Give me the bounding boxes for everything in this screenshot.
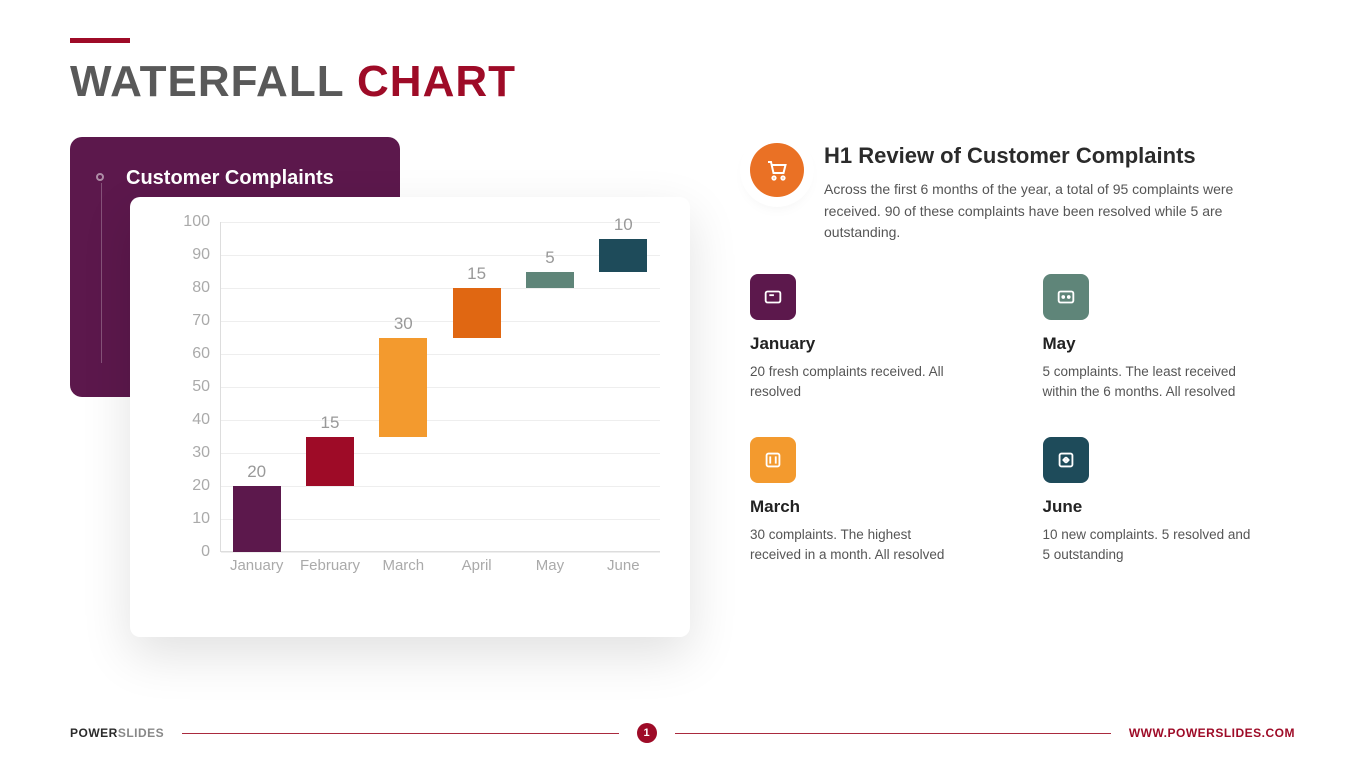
month-block-may: May 5 complaints. The least received with…: [1043, 274, 1296, 403]
slide-footer: POWERSLIDES 1 WWW.POWERSLIDES.COM: [70, 723, 1295, 743]
bar-january: 20: [233, 486, 281, 552]
month-icon: [1043, 274, 1089, 320]
bar-value: 15: [467, 264, 486, 284]
month-block-march: March 30 complaints. The highest received…: [750, 437, 1003, 566]
bar-value: 10: [614, 215, 633, 235]
x-label: June: [593, 557, 653, 574]
footer-line-left: [182, 733, 618, 734]
month-body: 5 complaints. The least received within …: [1043, 362, 1253, 403]
bar-value: 15: [321, 413, 340, 433]
month-icon: [1043, 437, 1089, 483]
review-heading: H1 Review of Customer Complaints: [824, 143, 1244, 169]
footer-brand-right: WWW.POWERSLIDES.COM: [1129, 726, 1295, 740]
bar-value: 20: [247, 462, 266, 482]
month-block-january: January 20 fresh complaints received. All…: [750, 274, 1003, 403]
review-body: Across the first 6 months of the year, a…: [824, 179, 1244, 244]
title-word-2: CHART: [357, 57, 516, 106]
review-section: H1 Review of Customer Complaints Across …: [750, 137, 1295, 637]
footer-brand-left: POWERSLIDES: [70, 726, 164, 740]
month-body: 30 complaints. The highest received in a…: [750, 525, 960, 566]
y-tick: 10: [155, 510, 210, 528]
month-title: May: [1043, 334, 1296, 354]
chart-section: Customer Complaints 0 10 20 30 40 50 60 70 80 90 1…: [70, 137, 690, 637]
month-body: 10 new complaints. 5 resolved and 5 outs…: [1043, 525, 1253, 566]
month-body: 20 fresh complaints received. All resolv…: [750, 362, 960, 403]
y-tick: 100: [155, 213, 210, 231]
y-tick: 60: [155, 345, 210, 363]
bar-value: 30: [394, 314, 413, 334]
y-tick: 30: [155, 444, 210, 462]
x-label: March: [373, 557, 433, 574]
slide-title: WATERFALL CHART: [70, 57, 1295, 107]
month-block-june: June 10 new complaints. 5 resolved and 5 …: [1043, 437, 1296, 566]
y-tick: 50: [155, 378, 210, 396]
y-tick: 80: [155, 279, 210, 297]
y-tick: 20: [155, 477, 210, 495]
month-title: March: [750, 497, 1003, 517]
y-tick: 70: [155, 312, 210, 330]
y-tick: 90: [155, 246, 210, 264]
bar-february: 15: [306, 437, 354, 487]
cart-icon: [750, 143, 804, 197]
chart-card: 0 10 20 30 40 50 60 70 80 90 100 20 15 30 15 5 10 Janua…: [130, 197, 690, 637]
title-word-1: WATERFALL: [70, 57, 344, 106]
x-label: January: [227, 557, 287, 574]
month-title: January: [750, 334, 1003, 354]
y-tick: 40: [155, 411, 210, 429]
x-label: May: [520, 557, 580, 574]
y-tick: 0: [155, 543, 210, 561]
bar-value: 5: [545, 248, 554, 268]
x-label: February: [300, 557, 360, 574]
bar-june: 10: [599, 239, 647, 272]
pin-icon: [96, 173, 104, 181]
month-icon: [750, 437, 796, 483]
title-accent-bar: [70, 38, 130, 43]
x-label: April: [447, 557, 507, 574]
chart-title: Customer Complaints: [126, 167, 374, 190]
waterfall-plot: 0102030405060708090100 20153015510 Janua…: [155, 222, 665, 582]
bar-march: 30: [379, 338, 427, 437]
bar-april: 15: [453, 288, 501, 338]
footer-line-right: [675, 733, 1111, 734]
month-icon: [750, 274, 796, 320]
month-title: June: [1043, 497, 1296, 517]
page-number: 1: [637, 723, 657, 743]
bar-may: 5: [526, 272, 574, 289]
